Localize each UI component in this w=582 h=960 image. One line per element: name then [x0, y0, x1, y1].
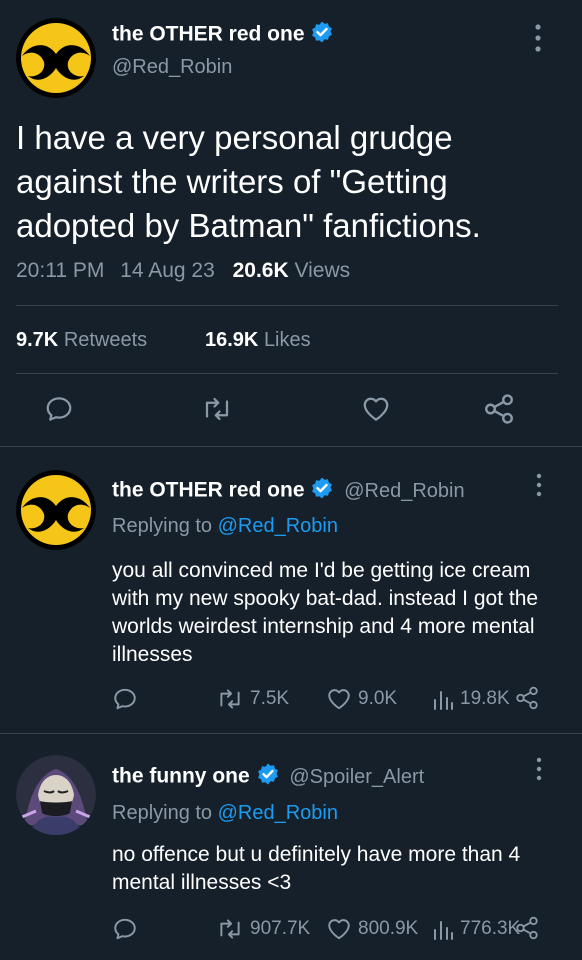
- verified-badge-icon: [310, 20, 334, 50]
- reply-1-replying-to-handle[interactable]: @Red_Robin: [218, 515, 338, 537]
- retweets-stat[interactable]: 9.7K Retweets: [16, 329, 147, 352]
- reply-1-handle[interactable]: @Red_Robin: [344, 480, 464, 502]
- share-icon[interactable]: [514, 684, 540, 712]
- reply-1-views: 19.8K: [460, 688, 510, 709]
- reply-2-avatar[interactable]: [16, 755, 96, 835]
- reply-1-views-action[interactable]: 19.8K: [432, 686, 510, 712]
- reply-1-replying-to-label: Replying to: [112, 515, 213, 537]
- reply-icon[interactable]: [112, 916, 138, 942]
- reply-2-replying-to-handle[interactable]: @Red_Robin: [218, 802, 338, 824]
- more-icon[interactable]: [532, 756, 546, 782]
- reply-2-views-action[interactable]: 776.3K: [432, 916, 520, 942]
- verified-badge-icon: [256, 762, 280, 792]
- reply-2-views: 776.3K: [460, 918, 521, 939]
- retweets-count: 9.7K: [16, 329, 59, 351]
- reply-2-like-action[interactable]: 800.9K: [326, 916, 418, 942]
- divider: [0, 446, 582, 447]
- main-tweet-display-name[interactable]: the OTHER red one: [112, 23, 305, 46]
- like-icon: [328, 689, 350, 710]
- main-tweet-views-label: Views: [294, 259, 351, 282]
- like-icon: [328, 919, 350, 940]
- retweet-icon[interactable]: [200, 394, 234, 424]
- main-tweet-avatar[interactable]: [16, 18, 96, 98]
- reply-1-display-name[interactable]: the OTHER red one: [112, 479, 305, 502]
- reply-2-retweet-action[interactable]: 907.7K: [216, 916, 310, 942]
- divider: [16, 373, 558, 374]
- views-icon: [434, 921, 453, 940]
- retweet-icon: [220, 919, 240, 939]
- reply-2-handle[interactable]: @Spoiler_Alert: [289, 766, 424, 788]
- main-tweet-time: 20:11 PM: [16, 259, 105, 282]
- main-tweet-views-count: 20.6K: [232, 259, 289, 282]
- share-icon[interactable]: [514, 914, 540, 942]
- more-icon[interactable]: [530, 22, 546, 54]
- reply-1-retweet-action[interactable]: 7.5K: [216, 686, 289, 712]
- reply-2-replying-to-label: Replying to: [112, 802, 213, 824]
- more-icon[interactable]: [532, 472, 546, 498]
- share-icon[interactable]: [482, 392, 516, 426]
- reply-2-text: no offence but u definitely have more th…: [112, 843, 521, 894]
- main-tweet-text: I have a very personal grudge against th…: [16, 119, 481, 244]
- divider: [0, 733, 582, 734]
- reply-1-like-action[interactable]: 9.0K: [326, 686, 397, 712]
- like-icon[interactable]: [360, 394, 392, 424]
- likes-stat[interactable]: 16.9K Likes: [205, 329, 311, 352]
- reply-1-likes: 9.0K: [358, 688, 398, 709]
- reply-icon[interactable]: [112, 686, 138, 712]
- reply-1-retweets: 7.5K: [250, 688, 290, 709]
- reply-2-likes: 800.9K: [358, 918, 419, 939]
- reply-2-display-name[interactable]: the funny one: [112, 765, 250, 788]
- reply-2-retweets: 907.7K: [250, 918, 311, 939]
- main-tweet-handle[interactable]: @Red_Robin: [112, 56, 232, 79]
- reply-icon[interactable]: [44, 394, 74, 424]
- likes-count: 16.9K: [205, 329, 259, 351]
- likes-label: Likes: [263, 329, 311, 351]
- views-icon: [434, 691, 453, 710]
- divider: [16, 305, 558, 306]
- verified-badge-icon: [310, 476, 334, 506]
- retweets-label: Retweets: [63, 329, 148, 351]
- reply-1-text: you all convinced me I'd be getting ice …: [112, 559, 539, 666]
- retweet-icon: [220, 689, 240, 709]
- main-tweet-meta: 20:11 PM 14 Aug 23 20.6K Views: [16, 259, 350, 283]
- reply-1-avatar[interactable]: [16, 470, 96, 550]
- main-tweet-date: 14 Aug 23: [120, 259, 215, 282]
